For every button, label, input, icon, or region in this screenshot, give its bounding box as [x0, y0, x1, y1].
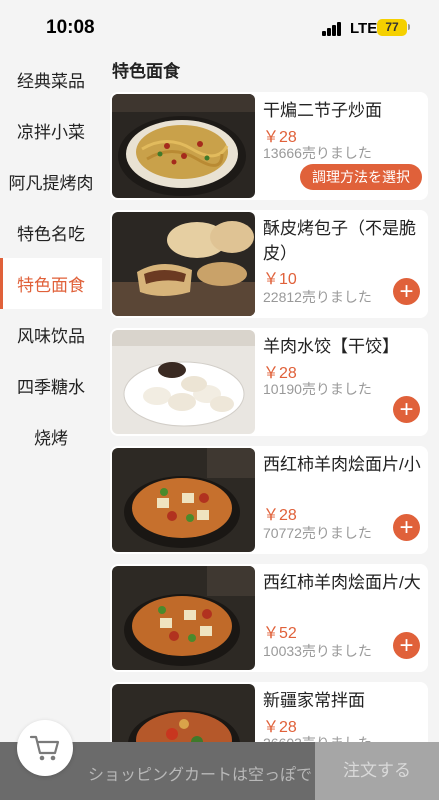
product-card[interactable]: 西红柿羊肉烩面片/大 ￥52 10033売りました + — [110, 564, 428, 672]
category-sidebar: 经典菜品 凉拌小菜 阿凡提烤肉 特色名吃 特色面食 风味饮品 四季糖水 烧烤 — [0, 54, 102, 744]
product-price: ￥52 — [263, 625, 297, 642]
network-type: LTE — [350, 20, 378, 37]
product-card[interactable]: 酥皮烤包子（不是脆皮） ￥10 22812売りました + — [110, 210, 428, 318]
select-cooking-method-button[interactable]: 調理方法を選択 — [300, 164, 422, 190]
product-image — [112, 94, 255, 198]
signal-icon — [322, 22, 342, 36]
product-name: 干煸二节子炒面 — [263, 101, 382, 120]
sidebar-item-sweet-soup[interactable]: 四季糖水 — [0, 360, 102, 411]
product-card[interactable]: 西红柿羊肉烩面片/小 ￥28 70772売りました + — [110, 446, 428, 554]
product-name: 新疆家常拌面 — [263, 691, 365, 710]
product-card[interactable]: 新疆家常拌面 ￥28 26603売りました — [110, 682, 428, 744]
product-name: 羊肉水饺【干饺】 — [263, 337, 399, 356]
product-name: 西红柿羊肉烩面片/小 — [263, 455, 421, 474]
sidebar-item-classic[interactable]: 经典菜品 — [0, 54, 102, 105]
sidebar-item-drinks[interactable]: 风味饮品 — [0, 309, 102, 360]
sidebar-item-bbq-meat[interactable]: 阿凡提烤肉 — [0, 156, 102, 207]
product-card[interactable]: 干煸二节子炒面 ￥28 13666売りました 調理方法を選択 — [110, 92, 428, 200]
product-price: ￥28 — [263, 507, 297, 524]
product-image — [112, 330, 255, 434]
product-card[interactable]: 羊肉水饺【干饺】 ￥28 10190売りました + — [110, 328, 428, 436]
product-image — [112, 566, 255, 670]
shopping-cart-icon — [29, 735, 60, 761]
status-bar: 10:08 LTE 77 — [0, 0, 439, 54]
product-image — [112, 448, 255, 552]
add-to-cart-button[interactable]: + — [393, 514, 420, 541]
sidebar-item-cold-dishes[interactable]: 凉拌小菜 — [0, 105, 102, 156]
add-to-cart-button[interactable]: + — [393, 278, 420, 305]
product-sold-count: 10190売りました — [263, 381, 372, 397]
product-image — [112, 212, 255, 316]
product-sold-count: 22812売りました — [263, 289, 372, 305]
product-image — [112, 684, 255, 744]
add-to-cart-button[interactable]: + — [393, 396, 420, 423]
product-name: 酥皮烤包子（不是脆皮） — [263, 219, 416, 263]
product-price: ￥10 — [263, 271, 297, 288]
app-screen: 10:08 LTE 77 经典菜品 凉拌小菜 阿凡提烤肉 特色名吃 特色面食 风… — [0, 0, 439, 800]
battery-tip — [408, 24, 410, 30]
product-list: 特色面食 干煸二节子炒面 ￥28 13666売りました 調理方法を選択 酥皮烤包… — [102, 54, 439, 744]
product-name: 西红柿羊肉烩面片/大 — [263, 573, 421, 592]
sidebar-item-specialty[interactable]: 特色名吃 — [0, 207, 102, 258]
add-to-cart-button[interactable]: + — [393, 632, 420, 659]
section-title: 特色面食 — [112, 62, 180, 81]
product-sold-count: 13666売りました — [263, 145, 372, 161]
cart-button[interactable] — [17, 720, 73, 776]
product-sold-count: 70772売りました — [263, 525, 372, 541]
sidebar-item-barbecue[interactable]: 烧烤 — [0, 411, 102, 462]
status-time: 10:08 — [46, 17, 95, 38]
place-order-button[interactable]: 注文する — [315, 742, 439, 800]
sidebar-item-noodles[interactable]: 特色面食 — [0, 258, 102, 309]
cart-empty-text: ショッピングカートは空っぽで — [88, 767, 313, 784]
battery-icon: 77 — [377, 19, 407, 36]
product-sold-count: 10033売りました — [263, 643, 372, 659]
